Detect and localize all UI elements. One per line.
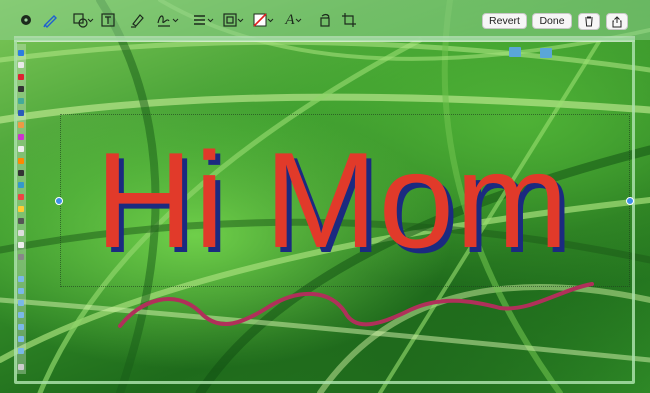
crop-icon (342, 13, 356, 27)
share-icon (612, 15, 622, 27)
border-color-tool[interactable] (223, 11, 245, 29)
pen-icon (43, 15, 57, 28)
markup-toolbar: A Revert Done (0, 0, 650, 40)
sketch-tool[interactable] (20, 11, 32, 29)
draw-tool[interactable] (42, 11, 58, 29)
signature-icon (157, 15, 179, 27)
signature-tool[interactable] (156, 11, 180, 29)
text-tool[interactable] (101, 11, 115, 29)
font-a-icon: A (285, 11, 295, 28)
resize-handle-right[interactable] (626, 197, 634, 205)
chevron-down-icon (295, 18, 301, 23)
revert-button[interactable]: Revert (482, 13, 527, 29)
highlight-tool[interactable] (130, 11, 144, 29)
line-style-tool[interactable] (193, 11, 215, 29)
rotate-icon (320, 13, 330, 27)
fill-slash-icon (253, 13, 274, 27)
border-icon (223, 13, 244, 27)
text-box-icon (101, 13, 115, 27)
resize-handle-left[interactable] (55, 197, 63, 205)
trash-icon (585, 16, 593, 27)
delete-button[interactable] (578, 13, 600, 30)
text-style-tool[interactable]: A (283, 11, 305, 29)
rotate-tool[interactable] (318, 11, 332, 29)
crop-tool[interactable] (342, 11, 356, 29)
signature-stroke (118, 282, 594, 328)
shapes-icon (73, 13, 94, 28)
done-button[interactable]: Done (532, 13, 572, 29)
share-button[interactable] (606, 13, 628, 30)
shapes-tool[interactable] (72, 11, 94, 29)
marker-icon (131, 14, 144, 28)
lines-icon (194, 15, 214, 25)
fill-color-tool[interactable] (253, 11, 275, 29)
signature-annotation[interactable] (0, 0, 650, 393)
circle-dot-icon (21, 15, 31, 25)
